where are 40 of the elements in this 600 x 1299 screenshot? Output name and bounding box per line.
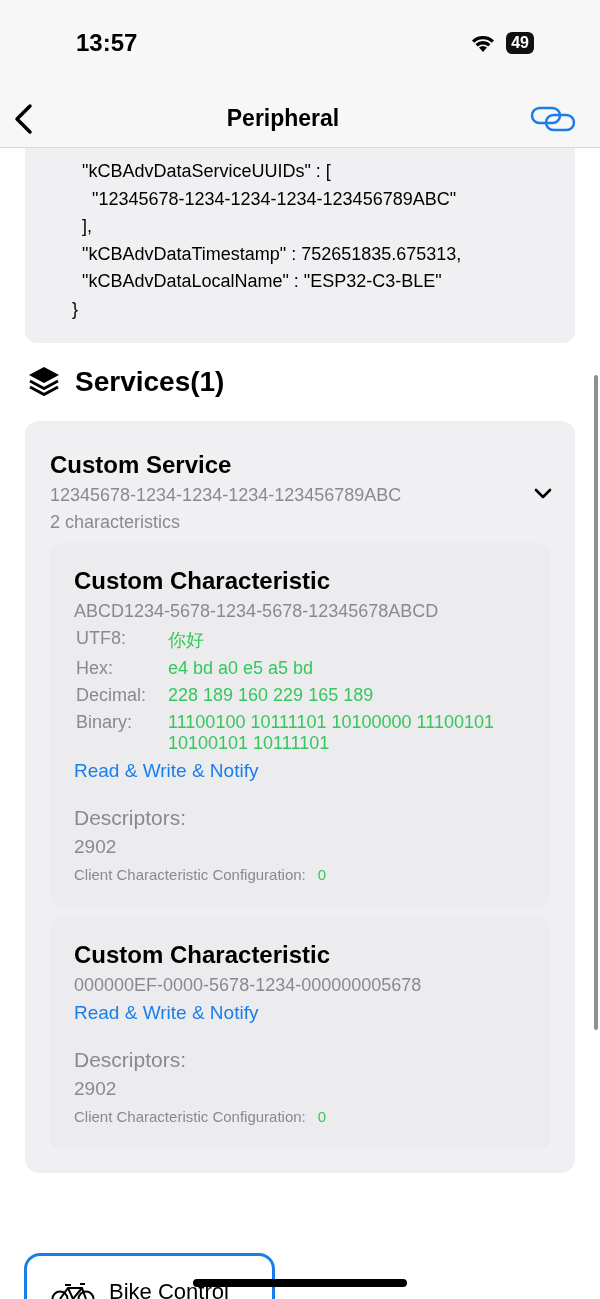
code-line: "12345678-1234-1234-1234-123456789ABC": [91, 187, 458, 211]
characteristic-name: Custom Characteristic: [74, 567, 332, 595]
battery-level: 49: [506, 32, 534, 54]
code-line: ],: [81, 215, 93, 238]
value-text: 你好: [168, 629, 205, 652]
nav-title: Peripheral: [226, 105, 340, 132]
value-label: Hex:: [76, 658, 114, 679]
descriptor-value: 0: [317, 1108, 327, 1125]
section-heading: Services(1): [75, 366, 225, 398]
code-line: }: [72, 297, 79, 321]
value-label: UTF8:: [76, 628, 127, 650]
code-line: "kCBAdvDataTimestamp" : 752651835.675313,: [81, 242, 463, 266]
service-uuid: 12345678-1234-1234-1234-123456789ABC: [50, 485, 403, 506]
characteristic-uuid: 000000EF-0000-5678-1234-000000005678: [74, 975, 423, 996]
descriptors-label: Descriptors:: [74, 1048, 188, 1072]
characteristic-name: Custom Characteristic: [74, 941, 332, 969]
service-name: Custom Service: [50, 451, 233, 479]
link-icon[interactable]: [530, 104, 576, 133]
chevron-icon[interactable]: [533, 487, 553, 501]
descriptor-uuid: 2902: [74, 1078, 118, 1100]
code-line: "kCBAdvDataLocalName" : "ESP32-C3-BLE": [81, 270, 443, 293]
descriptor-uuid: 2902: [74, 836, 118, 858]
value-text: 228 189 160 229 165 189: [168, 685, 375, 706]
value-label: Decimal:: [76, 685, 147, 706]
characteristic-uuid: ABCD1234-5678-1234-5678-12345678ABCD: [74, 601, 440, 622]
descriptor-value: 0: [317, 866, 327, 883]
value-text: e4 bd a0 e5 a5 bd: [168, 658, 315, 679]
status-time: 13:57: [76, 29, 138, 57]
bike-control-button[interactable]: Bike Control: [24, 1253, 275, 1299]
value-text: 11100100 10111101 10100000 11100101 10100101 10111101: [168, 712, 495, 754]
descriptor-name: Client Characteristic Configuration:: [74, 866, 306, 883]
stack-icon: [27, 365, 61, 399]
characteristic-count: 2 characteristics: [50, 512, 182, 533]
properties-link[interactable]: Read & Write & Notify: [74, 760, 259, 782]
value-label: Binary:: [76, 712, 134, 734]
wifi-icon: [470, 33, 497, 53]
descriptors-label: Descriptors:: [74, 806, 188, 830]
code-line: "kCBAdvDataServiceUUIDs" : [: [81, 160, 332, 183]
descriptor-name: Client Characteristic Configuration:: [74, 1108, 306, 1125]
properties-link[interactable]: Read & Write & Notify: [74, 1002, 259, 1024]
